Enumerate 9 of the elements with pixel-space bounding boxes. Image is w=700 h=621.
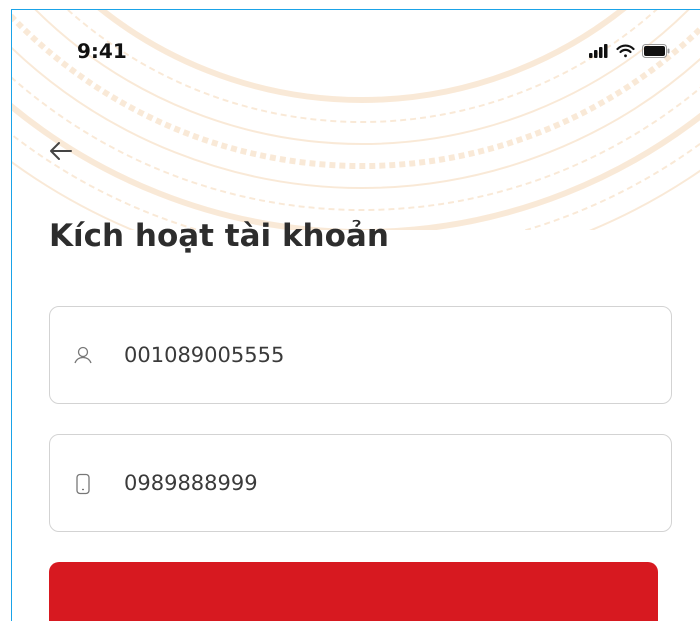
user-icon	[73, 345, 93, 365]
back-arrow-icon	[49, 140, 73, 162]
signal-icon	[589, 44, 609, 58]
phone-number-field[interactable]: 0989888999	[49, 434, 672, 532]
battery-icon	[642, 44, 670, 58]
id-number-field[interactable]: 001089005555	[49, 306, 672, 404]
wifi-icon	[616, 44, 635, 58]
page-title: Kích hoạt tài khoản	[49, 218, 390, 254]
status-time: 9:41	[77, 39, 127, 63]
